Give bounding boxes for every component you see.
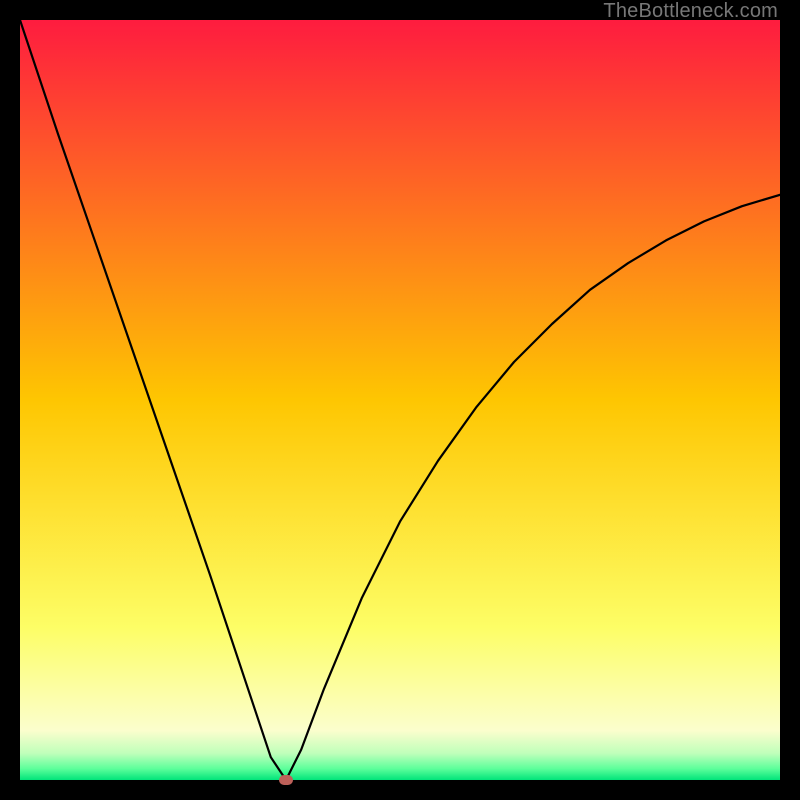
gradient-background [20, 20, 780, 780]
chart-frame: TheBottleneck.com [0, 0, 800, 800]
chart-plot [20, 20, 780, 780]
optimal-marker [279, 775, 293, 785]
